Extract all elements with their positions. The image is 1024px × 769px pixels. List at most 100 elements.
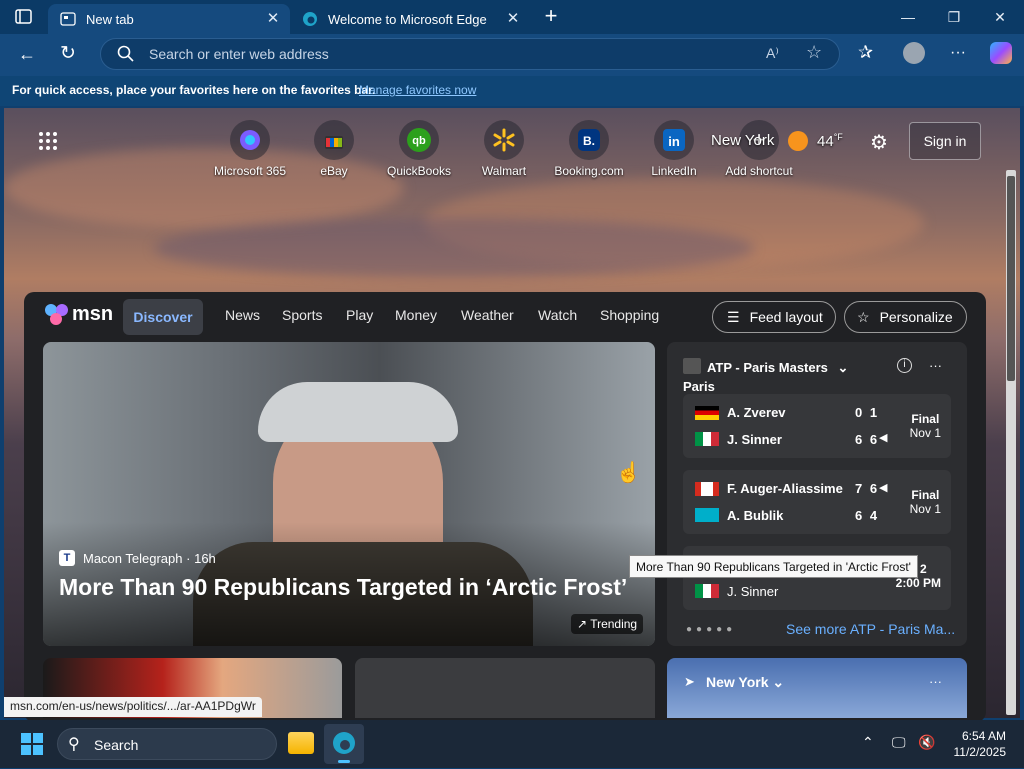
read-aloud-icon[interactable]: A⁾: [766, 45, 779, 62]
hand-cursor-icon: ☝: [616, 462, 641, 484]
personalize-star-icon: ☆: [857, 308, 870, 325]
weather-sun-icon: [788, 131, 808, 151]
nav-discover[interactable]: Discover: [123, 299, 203, 335]
clock[interactable]: 6:54 AM 11/2/2025: [946, 728, 1007, 760]
address-input[interactable]: Search or enter web address: [149, 46, 329, 62]
flag-germany-icon: [695, 406, 719, 420]
restore-icon[interactable]: ❐: [934, 4, 974, 30]
hero-source: Macon Telegraph · 16h: [83, 551, 216, 566]
match-row[interactable]: A. Zverev 0 1 J. Sinner 6 6 ◀ Final Nov 1: [683, 394, 951, 458]
svg-text:B.: B.: [583, 134, 595, 148]
news-card-placeholder[interactable]: [355, 658, 655, 718]
tray-overflow-icon[interactable]: ⌃: [862, 734, 874, 751]
close-window-icon[interactable]: ✕: [980, 4, 1020, 30]
tab-label: Welcome to Microsoft Edge: [328, 11, 487, 27]
edge-taskbar-icon[interactable]: [324, 724, 364, 764]
close-tab-icon[interactable]: ✕: [504, 10, 522, 28]
atp-title[interactable]: ATP - Paris Masters ⌄ Paris: [683, 358, 848, 396]
nav-watch[interactable]: Watch: [538, 307, 577, 323]
more-menu-icon[interactable]: ···: [950, 44, 966, 62]
status-url-bar: msn.com/en-us/news/politics/.../ar-AA1PD…: [4, 697, 262, 717]
volume-muted-icon[interactable]: 🔇: [918, 734, 935, 751]
hero-news-card[interactable]: T Macon Telegraph · 16h More Than 90 Rep…: [43, 342, 655, 646]
trending-arrow-icon: ↗: [577, 617, 588, 631]
shortcut-ebay[interactable]: eBay: [289, 120, 379, 178]
match-status: Final Nov 1: [909, 488, 941, 516]
personalize-button[interactable]: ☆ Personalize: [844, 301, 967, 333]
windows-start-icon[interactable]: [21, 733, 43, 760]
network-icon[interactable]: 🖵: [892, 734, 906, 751]
info-icon[interactable]: i: [897, 358, 912, 373]
match-status: Final Nov 1: [909, 412, 941, 440]
shortcut-booking[interactable]: B. Booking.com: [544, 120, 634, 178]
shortcut-add[interactable]: + Add shortcut: [714, 120, 804, 178]
weather-card-more-icon[interactable]: ···: [929, 674, 942, 689]
m365-icon: [230, 120, 270, 160]
flag-italy-icon: [695, 432, 719, 446]
card-more-icon[interactable]: ···: [929, 358, 942, 373]
manage-favorites-link[interactable]: Manage favorites now: [359, 83, 476, 97]
chevron-down-icon: ⌄: [772, 674, 785, 690]
shortcut-quickbooks[interactable]: qb QuickBooks: [374, 120, 464, 178]
nav-play[interactable]: Play: [346, 307, 373, 323]
weather-card-city[interactable]: New York ⌄: [706, 674, 784, 691]
tab-welcome-edge[interactable]: Welcome to Microsoft Edge ✕: [290, 4, 530, 34]
winner-marker-icon: ◀: [879, 432, 888, 444]
minimize-icon[interactable]: —: [888, 4, 928, 30]
taskbar-search[interactable]: ⚲ Search: [57, 728, 277, 760]
headline-tooltip: More Than 90 Republicans Targeted in 'Ar…: [629, 555, 918, 578]
search-icon: ⚲: [68, 736, 80, 753]
linkedin-icon: in: [654, 120, 694, 160]
ebay-icon: [314, 120, 354, 160]
nav-sports[interactable]: Sports: [282, 307, 322, 323]
tab-actions-icon[interactable]: [14, 8, 34, 26]
svg-text:in: in: [668, 134, 680, 149]
favorites-hint-bar: For quick access, place your favorites h…: [0, 76, 1024, 106]
shortcut-microsoft-365[interactable]: Microsoft 365: [205, 120, 295, 178]
new-tab-button[interactable]: +: [540, 5, 562, 28]
feed-layout-button[interactable]: ☰ Feed layout: [712, 301, 836, 333]
hero-headline[interactable]: More Than 90 Republicans Targeted in ‘Ar…: [59, 574, 627, 601]
back-icon[interactable]: ←: [18, 44, 36, 65]
edge-logo-icon: [302, 11, 318, 27]
profile-avatar-icon[interactable]: [903, 42, 925, 64]
new-tab-page-icon: [60, 11, 76, 27]
copilot-icon[interactable]: [990, 42, 1012, 64]
walmart-icon: [484, 120, 524, 160]
pagination-dots[interactable]: ●●●●●: [686, 624, 736, 635]
apps-launcher-icon[interactable]: [38, 131, 58, 156]
sliders-icon: ☰: [727, 308, 740, 325]
booking-icon: B.: [569, 120, 609, 160]
see-more-atp-link[interactable]: See more ATP - Paris Ma...: [786, 621, 955, 637]
refresh-icon[interactable]: ↻: [60, 42, 76, 65]
chevron-down-icon: ⌄: [837, 360, 849, 375]
match-row[interactable]: F. Auger-Aliassime 7 6 ◀ A. Bublik 6 4 F…: [683, 470, 951, 534]
winner-marker-icon: ◀: [879, 482, 888, 494]
shortcut-linkedin[interactable]: in LinkedIn: [629, 120, 719, 178]
flag-italy-icon: [695, 584, 719, 598]
favorite-star-icon[interactable]: ☆: [806, 42, 822, 63]
location-arrow-icon: ➤: [684, 674, 695, 689]
flag-canada-icon: [695, 482, 719, 496]
sign-in-button[interactable]: Sign in: [909, 122, 981, 160]
settings-gear-icon[interactable]: ⚙: [870, 130, 888, 155]
svg-text:qb: qb: [412, 135, 426, 147]
nav-money[interactable]: Money: [395, 307, 437, 323]
flag-kazakhstan-icon: [695, 508, 719, 522]
msn-logo[interactable]: msn: [44, 302, 113, 326]
weather-city[interactable]: New York: [711, 132, 774, 149]
shortcut-walmart[interactable]: Walmart: [459, 120, 549, 178]
page-scrollbar-thumb[interactable]: [1007, 176, 1015, 381]
tab-label: New tab: [86, 11, 134, 27]
close-tab-icon[interactable]: ✕: [264, 10, 282, 28]
tab-new-tab[interactable]: New tab ✕: [48, 4, 290, 34]
msn-butterfly-icon: [45, 304, 68, 325]
file-explorer-icon[interactable]: [288, 732, 314, 754]
source-logo-icon: T: [59, 550, 75, 566]
trending-badge: ↗ Trending: [571, 614, 644, 634]
nav-news[interactable]: News: [225, 307, 260, 323]
nav-weather[interactable]: Weather: [461, 307, 514, 323]
nav-shopping[interactable]: Shopping: [600, 307, 659, 323]
favorites-icon[interactable]: ✰: [858, 42, 873, 63]
quickbooks-icon: qb: [399, 120, 439, 160]
